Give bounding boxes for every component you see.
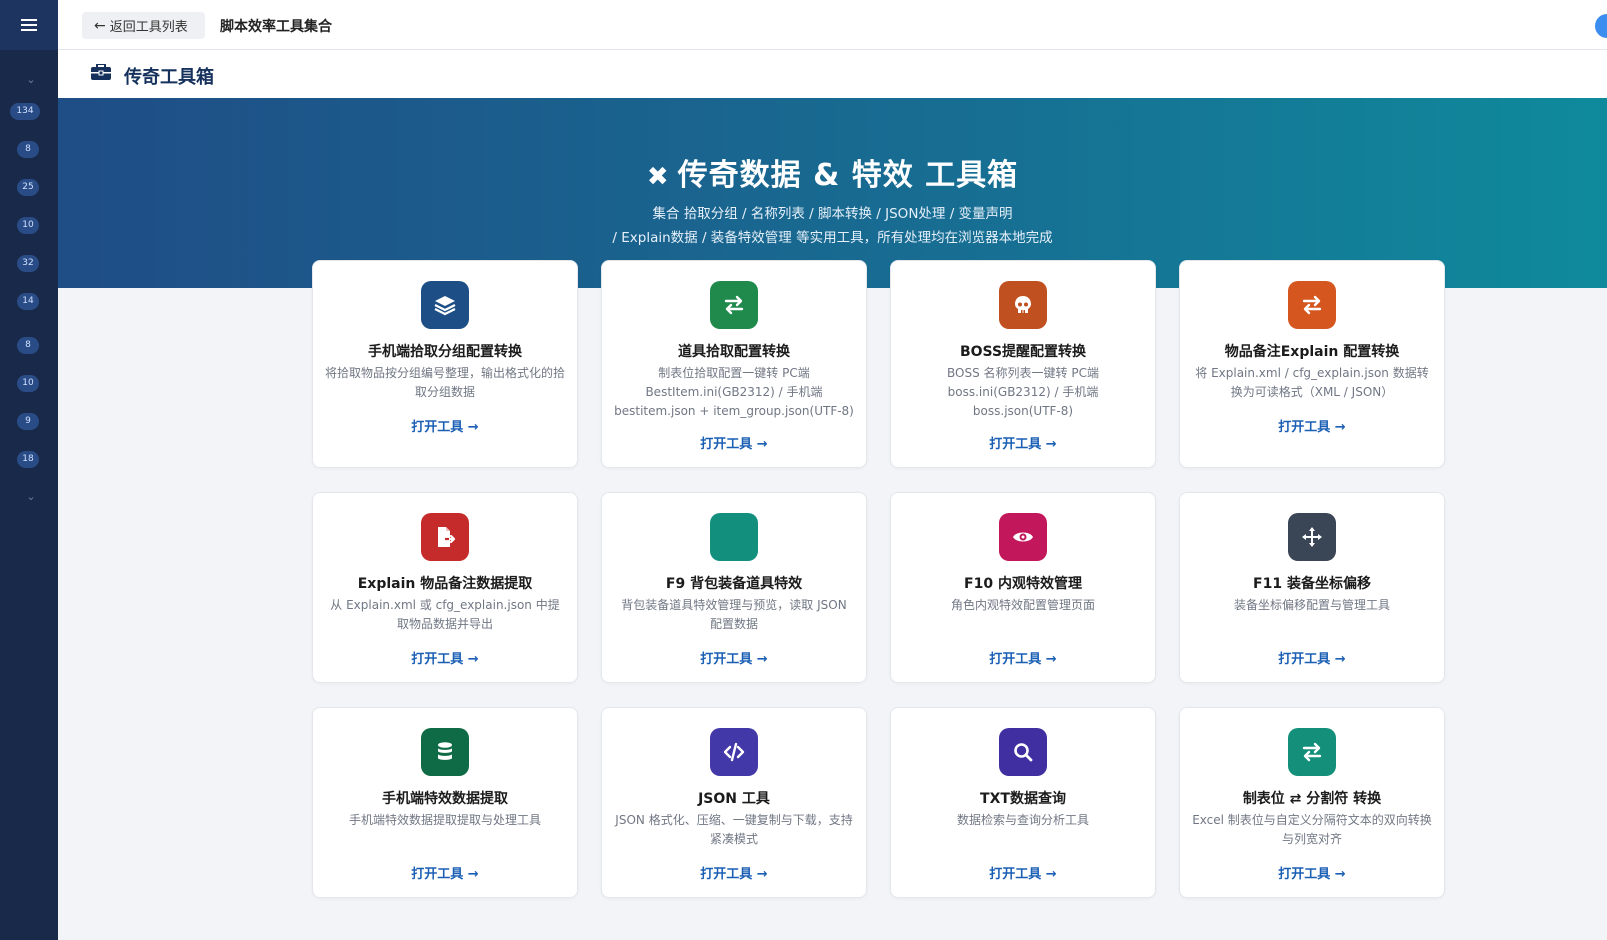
tool-card[interactable]: TXT数据查询 数据检索与查询分析工具 打开工具 → — [890, 707, 1156, 898]
database-icon — [421, 728, 469, 776]
arrow-left-icon: ← — [94, 17, 106, 34]
swap-icon — [710, 281, 758, 329]
card-description: JSON 格式化、压缩、一键复制与下载，支持紧凑模式 — [615, 813, 853, 846]
tools-icon: ✖ — [646, 162, 670, 192]
tool-card[interactable]: 手机端拾取分组配置转换 将拾取物品按分组编号整理，输出格式化的拾取分组数据 打开… — [312, 260, 578, 468]
card-title: TXT数据查询 — [980, 791, 1066, 807]
tool-card[interactable]: F9 背包装备道具特效 背包装备道具特效管理与预览，读取 JSON 配置数据 打… — [601, 492, 867, 683]
breadcrumb: 脚本效率工具集合 — [220, 19, 332, 35]
open-tool-link[interactable]: 打开工具 → — [602, 433, 866, 452]
skull-icon — [999, 281, 1047, 329]
open-tool-link[interactable]: 打开工具 → — [891, 433, 1155, 452]
sidebar-badge[interactable]: 14 — [17, 293, 39, 310]
open-tool-link[interactable]: 打开工具 → — [1180, 416, 1444, 435]
open-tool-link[interactable]: 打开工具 → — [313, 648, 577, 667]
hero-title: ✖ 传奇数据 & 特效 工具箱 — [58, 150, 1607, 194]
card-description: 将拾取物品按分组编号整理，输出格式化的拾取分组数据 — [325, 366, 566, 399]
move-icon — [1288, 513, 1336, 561]
hamburger-menu-icon[interactable] — [0, 0, 58, 50]
open-tool-link[interactable]: 打开工具 → — [891, 648, 1155, 667]
card-title: 制表位 ⇄ 分割符 转换 — [1242, 791, 1382, 807]
tool-card[interactable]: Explain 物品备注数据提取 从 Explain.xml 或 cfg_exp… — [312, 492, 578, 683]
open-tool-link[interactable]: 打开工具 → — [1180, 648, 1444, 667]
sidebar: ⌄ 134 8 25 10 32 14 8 10 9 18 ⌄ — [0, 0, 58, 940]
sidebar-badge[interactable]: 8 — [17, 337, 39, 354]
card-title: F10 内观特效管理 — [964, 576, 1082, 592]
tool-card[interactable]: 道具拾取配置转换 制表位拾取配置一键转 PC端 BestItem.ini(GB2… — [601, 260, 867, 468]
tool-card[interactable]: F10 内观特效管理 角色内观特效配置管理页面 打开工具 → — [890, 492, 1156, 683]
chevron-down-icon[interactable]: ⌄ — [26, 74, 36, 85]
open-tool-link[interactable]: 打开工具 → — [313, 416, 577, 435]
card-description: 数据检索与查询分析工具 — [956, 813, 1089, 827]
card-title: 道具拾取配置转换 — [678, 344, 790, 360]
card-description: 背包装备道具特效管理与预览，读取 JSON 配置数据 — [621, 598, 847, 631]
card-title: Explain 物品备注数据提取 — [357, 576, 533, 592]
hero-subtitle-line: 集合 拾取分组 / 名称列表 / 脚本转换 / JSON处理 / 变量声明 — [652, 206, 1013, 222]
open-tool-link[interactable]: 打开工具 → — [313, 863, 577, 882]
card-description: 从 Explain.xml 或 cfg_explain.json 中提取物品数据… — [330, 598, 560, 631]
card-description: 角色内观特效配置管理页面 — [950, 598, 1095, 612]
open-tool-link[interactable]: 打开工具 → — [891, 863, 1155, 882]
card-description: 将 Explain.xml / cfg_explain.json 数据转换为可读… — [1195, 366, 1429, 399]
card-description: Excel 制表位与自定义分隔符文本的双向转换与列宽对齐 — [1192, 813, 1432, 846]
tool-card[interactable]: 手机端特效数据提取 手机端特效数据提取提取与处理工具 打开工具 → — [312, 707, 578, 898]
page-header: 传奇工具箱 — [58, 50, 1607, 98]
sidebar-badge[interactable]: 25 — [17, 179, 39, 196]
card-description: 制表位拾取配置一键转 PC端 BestItem.ini(GB2312) / 手机… — [614, 366, 854, 418]
app-root: ⌄ 134 8 25 10 32 14 8 10 9 18 ⌄ ← 返回工具列表… — [0, 0, 1607, 940]
tool-card[interactable]: BOSS提醒配置转换 BOSS 名称列表一键转 PC端 boss.ini(GB2… — [890, 260, 1156, 468]
card-description: BOSS 名称列表一键转 PC端 boss.ini(GB2312) / 手机端 … — [947, 366, 1099, 418]
card-title: BOSS提醒配置转换 — [959, 344, 1087, 360]
tool-card[interactable]: F11 装备坐标偏移 装备坐标偏移配置与管理工具 打开工具 → — [1179, 492, 1445, 683]
card-description: 手机端特效数据提取提取与处理工具 — [348, 813, 541, 827]
card-title: JSON 工具 — [698, 791, 770, 807]
sidebar-badge[interactable]: 134 — [10, 103, 40, 120]
sidebar-badge[interactable]: 9 — [17, 413, 39, 430]
top-bar: ← 返回工具列表 脚本效率工具集合 — [58, 0, 1607, 50]
open-tool-link[interactable]: 打开工具 → — [602, 648, 866, 667]
card-title: F9 背包装备道具特效 — [665, 576, 803, 592]
card-title: F11 装备坐标偏移 — [1253, 576, 1371, 592]
card-description: 装备坐标偏移配置与管理工具 — [1233, 598, 1390, 612]
blank-icon — [710, 513, 758, 561]
eye-icon — [999, 513, 1047, 561]
sidebar-badge[interactable]: 8 — [17, 141, 39, 158]
toolbox-icon — [91, 64, 111, 80]
back-button-label: 返回工具列表 — [109, 20, 188, 35]
card-title: 物品备注Explain 配置转换 — [1224, 344, 1400, 360]
page-title: 传奇工具箱 — [124, 67, 214, 88]
hero-title-text: 传奇数据 & 特效 工具箱 — [677, 158, 1019, 193]
back-to-tools-button[interactable]: ← 返回工具列表 — [82, 12, 205, 39]
hero-subtitle-line: / Explain数据 / 装备特效管理 等实用工具，所有处理均在浏览器本地完成 — [612, 230, 1053, 246]
tool-card[interactable]: 物品备注Explain 配置转换 将 Explain.xml / cfg_exp… — [1179, 260, 1445, 468]
sidebar-badge[interactable]: 32 — [17, 255, 39, 272]
sidebar-badge[interactable]: 10 — [17, 375, 39, 392]
avatar[interactable] — [1595, 14, 1607, 38]
layers-icon — [421, 281, 469, 329]
open-tool-link[interactable]: 打开工具 → — [602, 863, 866, 882]
swap-icon — [1288, 281, 1336, 329]
sidebar-badge[interactable]: 10 — [17, 217, 39, 234]
card-title: 手机端拾取分组配置转换 — [368, 344, 522, 360]
file-export-icon — [421, 513, 469, 561]
code-icon — [710, 728, 758, 776]
tool-card[interactable]: JSON 工具 JSON 格式化、压缩、一键复制与下载，支持紧凑模式 打开工具 … — [601, 707, 867, 898]
card-title: 手机端特效数据提取 — [382, 791, 508, 807]
open-tool-link[interactable]: 打开工具 → — [1180, 863, 1444, 882]
sidebar-badge[interactable]: 18 — [17, 451, 39, 468]
hero-subtitle: 集合 拾取分组 / 名称列表 / 脚本转换 / JSON处理 / 变量声明 / … — [58, 202, 1607, 250]
chevron-down-icon[interactable]: ⌄ — [26, 491, 36, 502]
search-icon — [999, 728, 1047, 776]
tool-card[interactable]: 制表位 ⇄ 分割符 转换 Excel 制表位与自定义分隔符文本的双向转换与列宽对… — [1179, 707, 1445, 898]
swap-icon — [1288, 728, 1336, 776]
